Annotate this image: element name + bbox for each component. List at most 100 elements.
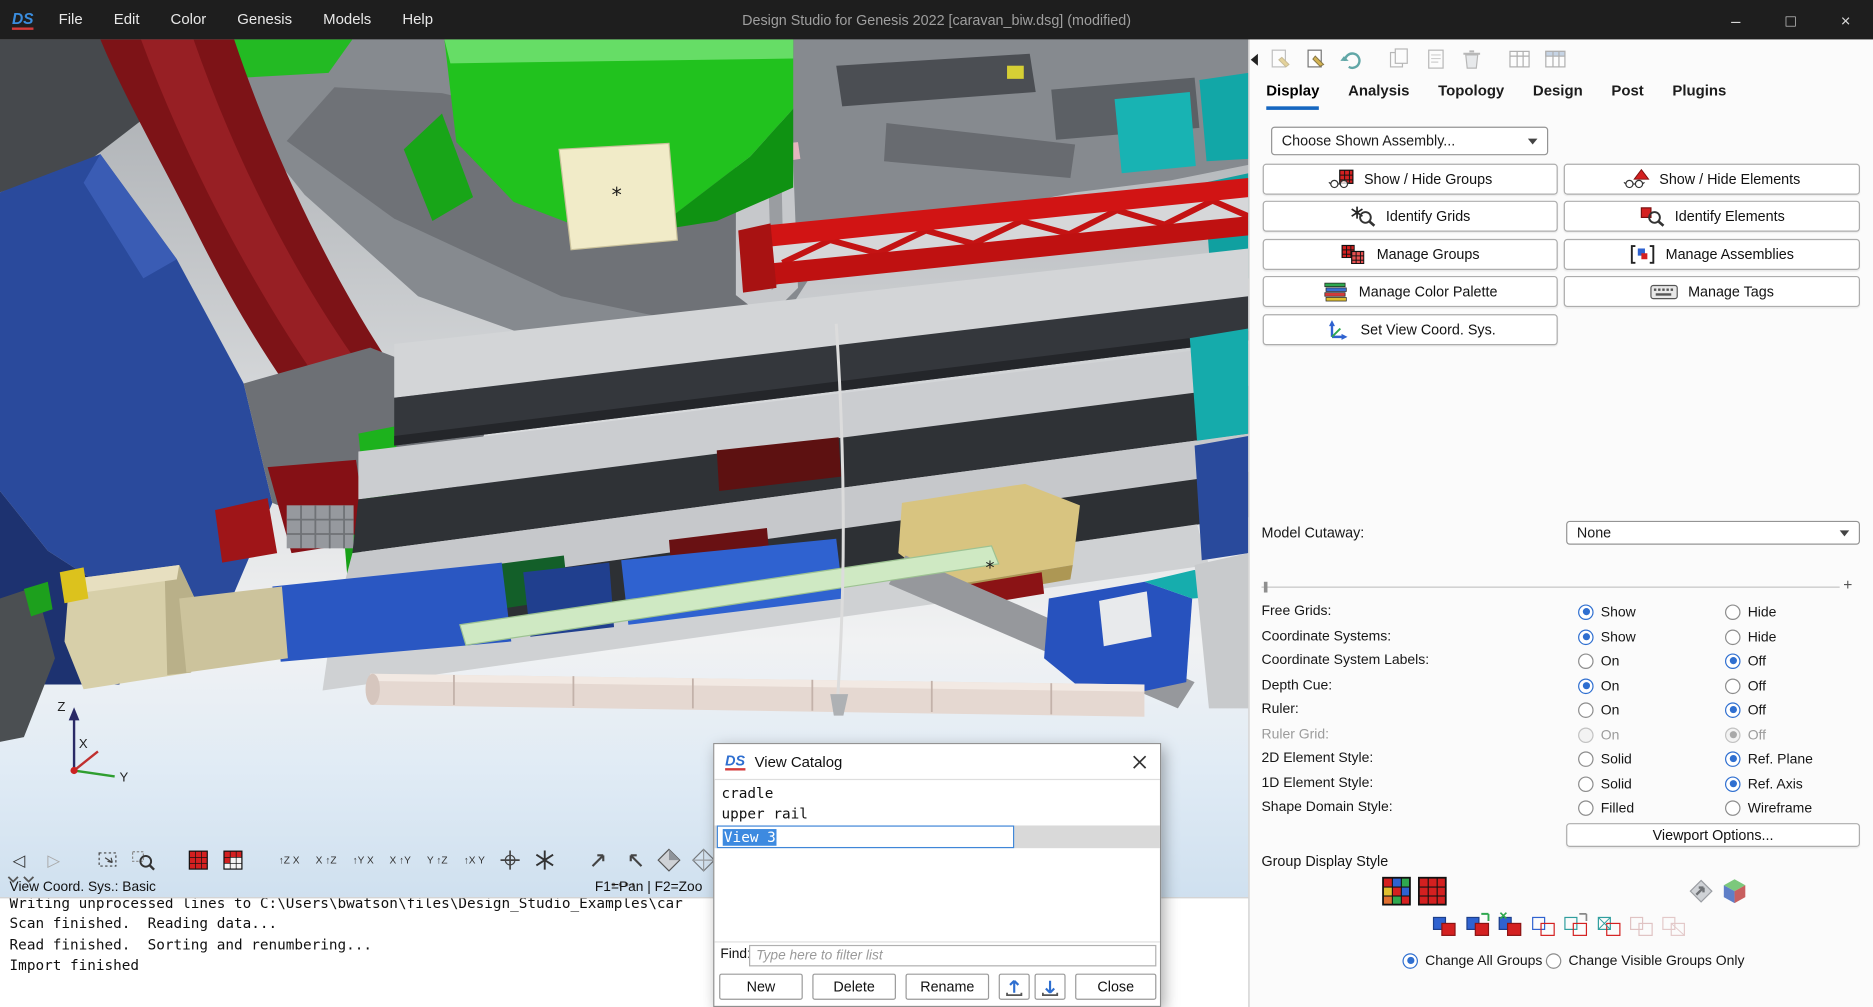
edit-sketch-icon[interactable] xyxy=(1302,45,1331,74)
cutaway-slider[interactable] xyxy=(1261,586,1840,588)
new-sketch-icon[interactable] xyxy=(1266,45,1295,74)
radio-option[interactable] xyxy=(1725,603,1741,620)
minimize-button[interactable]: – xyxy=(1708,0,1763,39)
rename-button[interactable]: Rename xyxy=(905,973,990,1000)
next-view-button[interactable]: ▷ xyxy=(39,845,68,876)
menu-color[interactable]: Color xyxy=(155,0,222,39)
group-style-wire-icon[interactable] xyxy=(1530,909,1559,938)
zoom-region-icon[interactable] xyxy=(129,845,158,876)
radio-option[interactable] xyxy=(1725,701,1741,718)
color-by-group-icon[interactable] xyxy=(1381,876,1412,907)
tab-topology[interactable]: Topology xyxy=(1438,82,1504,109)
maximize-button[interactable]: □ xyxy=(1763,0,1818,39)
menu-file[interactable]: File xyxy=(43,0,98,39)
radio-option[interactable] xyxy=(1578,677,1594,694)
new-button[interactable]: New xyxy=(719,973,803,1000)
view-orientation-button[interactable]: Y ↑Z xyxy=(422,854,453,866)
tab-post[interactable]: Post xyxy=(1611,82,1643,109)
radio-change-visible-groups[interactable] xyxy=(1545,952,1562,969)
radio-option[interactable] xyxy=(1578,701,1594,718)
close-button[interactable]: × xyxy=(1818,0,1873,39)
tab-analysis[interactable]: Analysis xyxy=(1348,82,1409,109)
radio-option[interactable] xyxy=(1725,677,1741,694)
paste-icon[interactable] xyxy=(1422,45,1451,74)
radio-option[interactable] xyxy=(1725,750,1741,767)
zoom-window-icon[interactable] xyxy=(94,845,123,876)
dialog-close-icon[interactable] xyxy=(1119,744,1160,780)
menu-help[interactable]: Help xyxy=(387,0,449,39)
iso-view-icon[interactable] xyxy=(655,845,684,876)
button-label: Manage Color Palette xyxy=(1358,283,1498,300)
group-style-wire-arrow-icon[interactable] xyxy=(1563,909,1592,938)
show-hide-elements-button[interactable]: Show / Hide Elements xyxy=(1563,163,1860,195)
view-orientation-button[interactable]: X ↑Z xyxy=(311,854,342,866)
previous-view-button[interactable]: ◁ xyxy=(5,845,34,876)
set-view-coord-sys-button[interactable]: Set View Coord. Sys. xyxy=(1262,314,1558,346)
radio-option[interactable] xyxy=(1578,750,1594,767)
hide-groups-quick-icon[interactable] xyxy=(219,845,248,876)
menu-edit[interactable]: Edit xyxy=(98,0,155,39)
single-color-group-icon[interactable] xyxy=(1417,876,1448,907)
group-style-faded-alt-icon[interactable] xyxy=(1660,909,1689,938)
selected-list-row[interactable]: View 3 xyxy=(714,825,1160,849)
view-name-edit-input[interactable]: View 3 xyxy=(716,825,1015,849)
menu-genesis[interactable]: Genesis xyxy=(222,0,308,39)
group-style-solid-icon[interactable] xyxy=(1431,909,1460,938)
dialog-titlebar[interactable]: DS View Catalog xyxy=(714,744,1160,781)
color-by-part-icon[interactable] xyxy=(1720,877,1749,906)
list-item[interactable]: upper rail xyxy=(714,804,1160,824)
view-orientation-button[interactable]: X ↑Y xyxy=(385,854,416,866)
radio-option[interactable] xyxy=(1578,628,1594,645)
group-style-solid-both-icon[interactable] xyxy=(1497,909,1526,938)
rotate-view-icon[interactable] xyxy=(585,845,614,876)
group-style-wire-both-icon[interactable] xyxy=(1596,909,1625,938)
tab-display[interactable]: Display xyxy=(1266,82,1320,110)
identify-elements-button[interactable]: Identify Elements xyxy=(1563,200,1860,232)
copy-icon[interactable] xyxy=(1386,45,1415,74)
assembly-dropdown[interactable]: Choose Shown Assembly... xyxy=(1271,126,1549,156)
table-icon[interactable] xyxy=(1505,45,1534,74)
view-orientation-button[interactable]: ↑Z X xyxy=(274,854,305,866)
collapse-panel-icon[interactable] xyxy=(1250,53,1258,66)
rotate-view-alt-icon[interactable] xyxy=(620,845,649,876)
radio-option[interactable] xyxy=(1578,603,1594,620)
filter-input[interactable] xyxy=(749,944,1157,967)
table-alt-icon[interactable] xyxy=(1541,45,1570,74)
manage-assemblies-button[interactable]: Manage Assemblies xyxy=(1563,238,1860,270)
import-view-button[interactable] xyxy=(998,973,1030,1000)
manage-tags-button[interactable]: Manage Tags xyxy=(1563,275,1860,308)
view-list[interactable]: cradle upper rail View 3 xyxy=(714,781,1160,943)
tab-plugins[interactable]: Plugins xyxy=(1672,82,1726,109)
menu-models[interactable]: Models xyxy=(308,0,387,39)
reset-style-icon[interactable] xyxy=(1687,877,1716,906)
group-style-solid-arrow-icon[interactable] xyxy=(1465,909,1494,938)
radio-change-all-groups[interactable] xyxy=(1402,952,1418,969)
close-dialog-button[interactable]: Close xyxy=(1075,973,1157,1000)
radio-option[interactable] xyxy=(1725,652,1741,669)
radio-option[interactable] xyxy=(1578,652,1594,669)
model-cutaway-dropdown[interactable]: None xyxy=(1566,520,1860,545)
delete-button[interactable]: Delete xyxy=(812,973,896,1000)
export-view-button[interactable] xyxy=(1034,973,1066,1000)
screen-star-icon[interactable] xyxy=(530,845,559,876)
tab-design[interactable]: Design xyxy=(1533,82,1583,109)
delete-icon[interactable] xyxy=(1457,45,1486,74)
sync-icon[interactable] xyxy=(1338,45,1367,74)
group-style-faded-icon[interactable] xyxy=(1628,909,1657,938)
radio-option[interactable] xyxy=(1578,799,1594,816)
snap-point-icon[interactable] xyxy=(496,845,525,876)
identify-grids-button[interactable]: Identify Grids xyxy=(1262,200,1558,232)
cutaway-slider-thumb[interactable] xyxy=(1263,581,1268,593)
manage-groups-button[interactable]: Manage Groups xyxy=(1262,238,1558,270)
radio-option[interactable] xyxy=(1725,799,1741,816)
radio-option[interactable] xyxy=(1725,628,1741,645)
list-item[interactable]: cradle xyxy=(714,784,1160,804)
show-groups-quick-icon[interactable] xyxy=(184,845,213,876)
radio-option[interactable] xyxy=(1725,775,1741,792)
manage-color-palette-button[interactable]: Manage Color Palette xyxy=(1262,275,1558,308)
view-orientation-button[interactable]: ↑X Y xyxy=(459,854,490,866)
view-orientation-button[interactable]: ↑Y X xyxy=(348,854,379,866)
viewport-options-button[interactable]: Viewport Options... xyxy=(1566,823,1860,847)
radio-option[interactable] xyxy=(1578,775,1594,792)
show-hide-groups-button[interactable]: Show / Hide Groups xyxy=(1262,163,1558,195)
